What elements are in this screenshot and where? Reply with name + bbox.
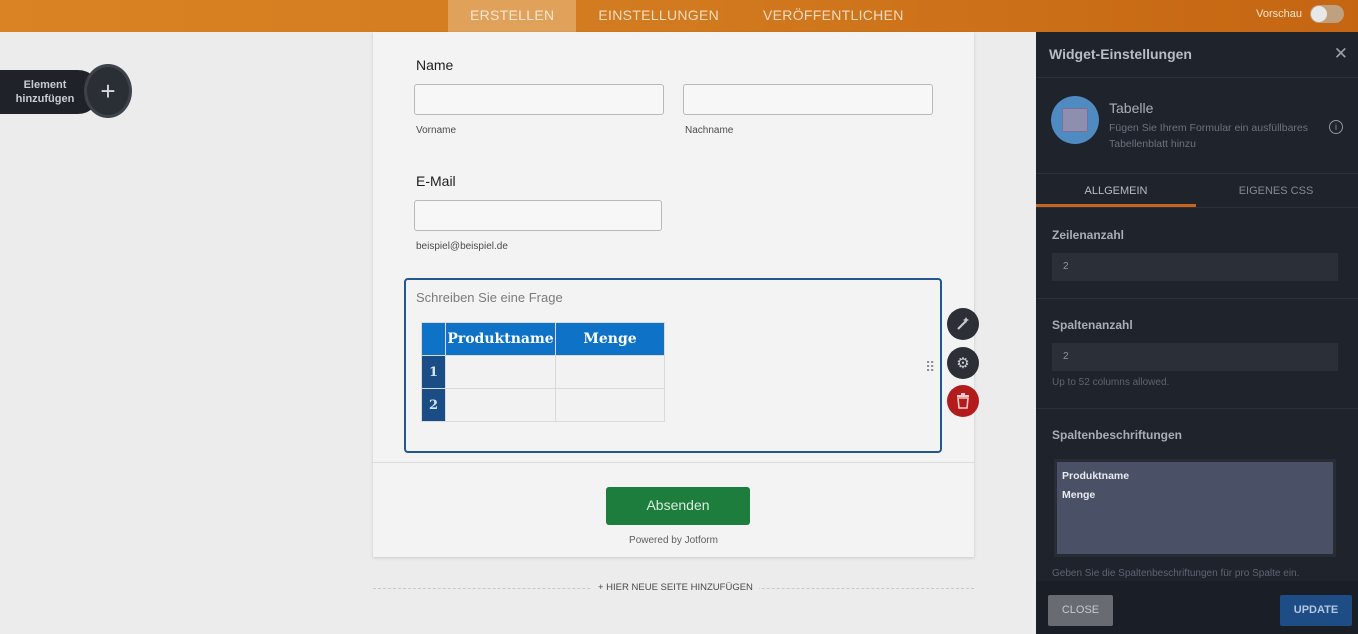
- builder-tabs: ERSTELLEN EINSTELLUNGEN VERÖFFENTLICHEN: [448, 0, 926, 32]
- table-corner-cell: [421, 322, 446, 356]
- email-sublabel: beispiel@beispiel.de: [416, 241, 508, 252]
- table-widget-icon: [1051, 96, 1099, 144]
- table-cell[interactable]: [445, 388, 556, 422]
- table-row: 1: [421, 355, 665, 389]
- rows-input[interactable]: 2: [1052, 253, 1338, 281]
- add-element-label-line1: Element: [23, 79, 67, 91]
- plus-icon: +: [100, 75, 116, 106]
- widget-settings-panel: Widget-Einstellungen ✕ Tabelle Fügen Sie…: [1036, 32, 1358, 634]
- column-labels-label: Spaltenbeschriftungen: [1052, 428, 1183, 442]
- panel-footer: CLOSE UPDATE: [1036, 581, 1358, 634]
- email-label: E-Mail: [416, 173, 456, 189]
- widget-name: Tabelle: [1109, 100, 1154, 116]
- add-element-label-line2: hinzufügen: [15, 93, 75, 105]
- add-element-button[interactable]: +: [84, 64, 132, 118]
- table-cell[interactable]: [555, 355, 665, 389]
- first-name-sublabel: Vorname: [416, 125, 457, 136]
- submit-button[interactable]: Absenden: [606, 487, 750, 525]
- columns-note: Up to 52 columns allowed.: [1052, 377, 1170, 388]
- first-name-input[interactable]: [414, 84, 664, 115]
- form-card: Name Vorname Nachname E-Mail beispiel@be…: [373, 32, 974, 557]
- column-header: Menge: [555, 322, 665, 356]
- preview-label: Vorschau: [1256, 8, 1302, 20]
- widget-description: Fügen Sie Ihrem Formular ein ausfüllbare…: [1109, 122, 1309, 150]
- last-name-input[interactable]: [683, 84, 933, 115]
- update-button[interactable]: UPDATE: [1280, 595, 1352, 626]
- preview-toggle[interactable]: [1310, 5, 1344, 23]
- column-label-line: Produktname: [1062, 470, 1130, 482]
- panel-header: Widget-Einstellungen ✕: [1036, 32, 1358, 78]
- tab-allgemein[interactable]: ALLGEMEIN: [1036, 174, 1196, 207]
- row-number: 2: [421, 388, 446, 422]
- tab-einstellungen[interactable]: EINSTELLUNGEN: [576, 0, 741, 32]
- table-row: 2: [421, 388, 665, 422]
- table-cell[interactable]: [555, 388, 665, 422]
- rows-label: Zeilenanzahl: [1052, 228, 1125, 242]
- columns-label: Spaltenanzahl: [1052, 318, 1133, 332]
- close-icon[interactable]: ✕: [1334, 44, 1348, 64]
- top-navigation-bar: ERSTELLEN EINSTELLUNGEN VERÖFFENTLICHEN …: [0, 0, 1358, 32]
- magic-wand-icon[interactable]: [947, 308, 979, 340]
- last-name-sublabel: Nachname: [685, 125, 734, 136]
- close-button[interactable]: CLOSE: [1048, 595, 1113, 626]
- preview-control: Vorschau: [1256, 5, 1344, 23]
- gear-icon[interactable]: ⚙: [947, 347, 979, 379]
- tab-eigenes-css[interactable]: EIGENES CSS: [1196, 174, 1356, 207]
- table-header-row: Produktname Menge: [421, 322, 665, 356]
- add-new-page-link[interactable]: + HIER NEUE SEITE HINZUFÜGEN: [592, 582, 759, 593]
- tab-erstellen[interactable]: ERSTELLEN: [448, 0, 577, 32]
- name-label: Name: [416, 57, 454, 73]
- panel-title: Widget-Einstellungen: [1049, 46, 1192, 62]
- spreadsheet-table: Produktname Menge 1 2: [421, 322, 665, 422]
- form-divider: [373, 462, 974, 463]
- settings-tabs: ALLGEMEIN EIGENES CSS: [1036, 174, 1358, 208]
- info-icon[interactable]: i: [1329, 120, 1343, 134]
- column-labels-note: Geben Sie die Spaltenbeschriftungen für …: [1052, 568, 1300, 579]
- table-cell[interactable]: [445, 355, 556, 389]
- tab-veroeffentlichen[interactable]: VERÖFFENTLICHEN: [741, 0, 926, 32]
- column-labels-textarea[interactable]: Produktname Menge: [1054, 459, 1336, 557]
- email-input[interactable]: [414, 200, 662, 231]
- question-label[interactable]: Schreiben Sie eine Frage: [416, 290, 563, 305]
- powered-by-text: Powered by Jotform: [629, 535, 718, 546]
- add-element-label: Element hinzufügen: [6, 78, 84, 106]
- column-label-line: Menge: [1062, 489, 1096, 501]
- columns-section: Spaltenanzahl 2 Up to 52 columns allowed…: [1036, 299, 1358, 409]
- trash-icon[interactable]: [947, 385, 979, 417]
- widget-info: Tabelle Fügen Sie Ihrem Formular ein aus…: [1036, 78, 1358, 174]
- row-number: 1: [421, 355, 446, 389]
- rows-section: Zeilenanzahl 2: [1036, 208, 1358, 299]
- drag-handle-icon[interactable]: ⠿: [925, 359, 935, 376]
- column-header: Produktname: [445, 322, 556, 356]
- columns-input[interactable]: 2: [1052, 343, 1338, 371]
